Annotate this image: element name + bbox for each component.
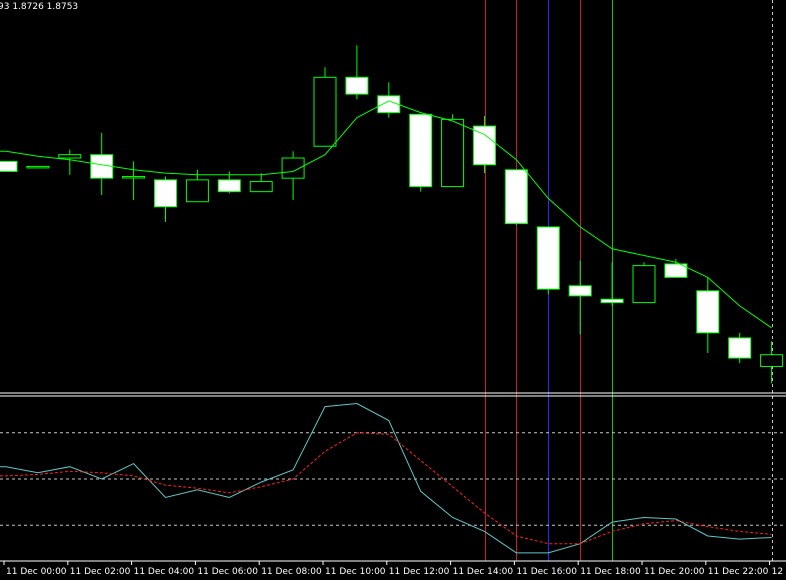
candle-bullish: [122, 176, 146, 179]
candle-bullish: [760, 354, 784, 367]
time-axis-label: 11 Dec 04:00: [134, 567, 195, 577]
candle-bearish: [600, 298, 624, 304]
oscillator-main-line: [0, 402, 772, 554]
candle-bullish: [313, 76, 337, 147]
candle-bullish: [185, 179, 209, 203]
oscillator-signal-line: [0, 432, 772, 545]
moving-average-line: [0, 100, 772, 329]
candle-bearish: [728, 337, 752, 359]
time-axis-label: 11 Dec 14:00: [453, 567, 514, 577]
time-axis-label: 11 Dec 18:00: [580, 567, 641, 577]
time-axis-label: 11 Dec 22:00: [708, 567, 769, 577]
candle-bullish: [441, 118, 465, 188]
candle-bearish: [409, 113, 433, 188]
time-axis-label: 11 Dec 02:00: [70, 567, 131, 577]
price-readout: 93 1.8726 1.8753: [0, 2, 79, 12]
candle-bearish: [696, 290, 720, 334]
candle-bullish: [249, 181, 273, 193]
candle-bullish: [26, 165, 50, 169]
time-axis-label: 11 Dec 00:00: [6, 567, 67, 577]
candle-bullish: [281, 157, 305, 179]
time-axis-label: 12 D: [772, 567, 786, 577]
time-axis-label: 11 Dec 10:00: [325, 567, 386, 577]
time-axis-label: 11 Dec 06:00: [197, 567, 258, 577]
candle-bullish: [632, 265, 656, 304]
candle-bullish: [58, 154, 82, 159]
candle-bearish: [0, 160, 18, 172]
time-axis-label: 11 Dec 20:00: [644, 567, 705, 577]
chart-window[interactable]: 11 Dec 00:00 11 Dec 02:00 11 Dec 04:00 11 D…: [0, 0, 786, 580]
candle-bearish: [217, 179, 241, 193]
time-axis-label: 11 Dec 08:00: [261, 567, 322, 577]
candle-bearish: [154, 179, 177, 208]
candle-bearish: [568, 285, 592, 297]
candle-bearish: [473, 125, 496, 166]
candle-bearish: [345, 76, 369, 95]
time-axis-label: 11 Dec 16:00: [516, 567, 577, 577]
price-chart[interactable]: 11 Dec 00:00 11 Dec 02:00 11 Dec 04:00 11 D…: [0, 0, 786, 580]
candle-bearish: [536, 226, 560, 290]
candle-bearish: [504, 169, 528, 225]
time-axis-label: 11 Dec 12:00: [389, 567, 450, 577]
